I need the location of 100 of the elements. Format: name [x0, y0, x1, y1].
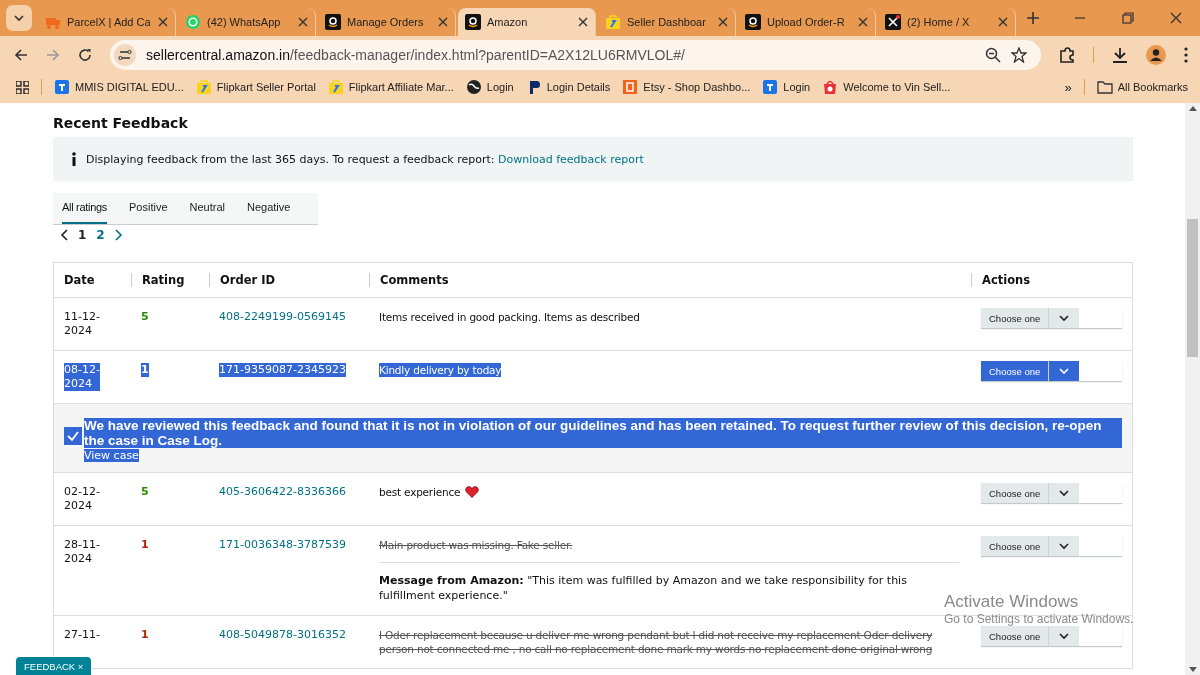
rating-value: 1	[141, 538, 149, 552]
bookmark-item[interactable]: Etsy - Shop Dashbo...	[622, 79, 751, 95]
scrollbar[interactable]	[1185, 103, 1200, 675]
close-icon[interactable]	[298, 17, 308, 27]
extensions-icon[interactable]	[1059, 47, 1075, 63]
close-icon[interactable]	[858, 17, 868, 27]
download-icon[interactable]	[1112, 47, 1128, 63]
column-header: Actions	[982, 273, 1031, 287]
filter-tab[interactable]: Neutral	[189, 193, 225, 224]
next-page-icon[interactable]	[114, 229, 123, 241]
tab-title: ParcelX | Add Ca	[67, 16, 152, 28]
date-cell: 27-11-	[64, 628, 100, 642]
filter-tab[interactable]: Negative	[247, 193, 291, 224]
date-cell: 11-12- 2024	[64, 310, 100, 338]
order-id-link[interactable]: 405-3606422-8336366	[219, 485, 346, 499]
smile-logo-icon	[465, 14, 481, 30]
all-bookmarks-button[interactable]: All Bookmarks	[1096, 80, 1188, 94]
caret-icon[interactable]	[1049, 361, 1080, 381]
caret-icon[interactable]	[1049, 536, 1080, 556]
rating-value: 5	[141, 485, 149, 499]
bookmark-item[interactable]: Flipkart Seller Portal	[195, 79, 316, 95]
tab-title: (42) WhatsApp	[207, 16, 282, 28]
order-id-link[interactable]: 408-5049878-3016352	[219, 628, 346, 642]
order-id-link[interactable]: 408-2249199-0569145	[219, 310, 346, 324]
profile-avatar-icon[interactable]	[1146, 45, 1166, 65]
page-number[interactable]: 2	[96, 228, 105, 242]
bookmark-star-icon[interactable]	[1011, 47, 1027, 63]
date-cell: 08-12- 2024	[64, 363, 100, 391]
bookmark-item[interactable]: Welcome to Vin Sell...	[822, 79, 951, 95]
menu-icon[interactable]	[1184, 47, 1188, 63]
bookmark-item[interactable]: MMIS DIGITAL EDU...	[54, 79, 184, 95]
column-header: Date	[64, 273, 95, 287]
rating-value: 1	[141, 363, 149, 377]
feedback-button[interactable]: FEEDBACK ×	[16, 657, 92, 675]
comment-text: I Oder replacement because u deliver me wrong pendant but I did not receive my replacement Oder delivery person not connected me , no call no replacement done mark my words no replacement done original wrong	[379, 628, 934, 656]
previous-page-icon[interactable]	[60, 229, 68, 241]
caret-icon[interactable]	[1049, 626, 1080, 646]
apps-grid-icon[interactable]	[16, 80, 29, 94]
tab-title: Amazon	[487, 16, 529, 28]
close-icon[interactable]	[1170, 12, 1182, 24]
site-settings-icon	[114, 44, 136, 66]
bookmark-item[interactable]: Flipkart Affiliate Mar...	[327, 79, 454, 95]
bookmark-item[interactable]: Login	[762, 79, 811, 95]
x-logo-icon	[885, 14, 901, 30]
tab-title: (2) Home / X	[907, 16, 971, 28]
comment-text: Main product was missing. Fake seller.	[379, 538, 573, 552]
rating-value: 5	[141, 310, 149, 324]
close-icon[interactable]	[718, 17, 728, 27]
close-icon[interactable]	[578, 17, 588, 27]
caret-icon[interactable]	[1049, 308, 1080, 328]
check-icon	[64, 427, 82, 445]
choose-one-dropdown[interactable]: Choose one	[981, 308, 1050, 328]
browser-tab[interactable]: Amazon	[458, 8, 596, 36]
column-header: Comments	[380, 273, 449, 287]
order-id-link[interactable]: 171-0036348-3787539	[219, 538, 346, 552]
tab-title: Manage Orders	[347, 16, 425, 28]
page-number[interactable]: 1	[78, 228, 87, 242]
choose-one-dropdown[interactable]: Choose one	[981, 626, 1050, 646]
scroll-thumb[interactable]	[1187, 219, 1198, 357]
activation-text: Go to Settings to activate Windows.	[944, 612, 1134, 626]
close-icon[interactable]	[438, 17, 448, 27]
view-case-link[interactable]: View case	[84, 449, 139, 462]
reload-icon[interactable]	[78, 48, 92, 62]
bag-icon	[822, 79, 839, 95]
restore-icon[interactable]	[1122, 12, 1134, 24]
url-text: sellercentral.amazon.in/feedback-manager/index.html?parentID=A2X12LU6RMVLOL#/	[146, 47, 686, 63]
back-icon[interactable]	[14, 48, 28, 62]
shop-tile-icon	[622, 79, 639, 95]
close-icon[interactable]	[158, 17, 168, 27]
column-header: Rating	[142, 273, 185, 287]
page-heading: Recent Feedback	[53, 115, 188, 131]
activation-title: Activate Windows	[944, 592, 1080, 612]
caret-icon[interactable]	[1049, 483, 1080, 503]
more-bookmarks-button[interactable]: »	[1064, 79, 1072, 95]
comment-text: Items received in good packing. Items as described	[379, 310, 640, 324]
order-id-link[interactable]: 171-9359087-2345923	[219, 363, 346, 377]
info-icon	[71, 152, 77, 166]
info-text: Displaying feedback from the last 365 days. To request a feedback report:	[86, 152, 496, 166]
bookmark-item[interactable]: Login	[465, 79, 514, 95]
filter-tab[interactable]: Positive	[129, 193, 168, 224]
choose-one-dropdown[interactable]: Choose one	[981, 361, 1050, 381]
address-field[interactable]: sellercentral.amazon.in/feedback-manager/index.html?parentID=A2X12LU6RMVLOL#/	[110, 40, 1041, 70]
choose-one-dropdown[interactable]: Choose one	[981, 536, 1050, 556]
scroll-down-icon	[1188, 667, 1197, 672]
zoom-out-icon[interactable]	[985, 47, 1001, 63]
tab-search-button[interactable]	[6, 5, 32, 31]
globe-icon	[465, 79, 482, 95]
folder-icon	[1096, 80, 1113, 94]
app-tile-icon	[762, 79, 779, 95]
chat-icon	[185, 14, 201, 30]
close-icon[interactable]	[998, 17, 1008, 27]
new-tab-icon[interactable]	[1026, 11, 1040, 25]
download-report-link[interactable]: Download feedback report	[497, 152, 644, 166]
bookmark-item[interactable]: Login Details	[525, 79, 611, 95]
comment-text: best experience	[379, 485, 461, 499]
app-tile-icon	[54, 79, 70, 95]
scroll-up-icon	[1188, 106, 1197, 111]
filter-tab[interactable]: All ratings	[62, 193, 107, 224]
column-header: Order ID	[220, 273, 275, 287]
choose-one-dropdown[interactable]: Choose one	[981, 483, 1050, 503]
